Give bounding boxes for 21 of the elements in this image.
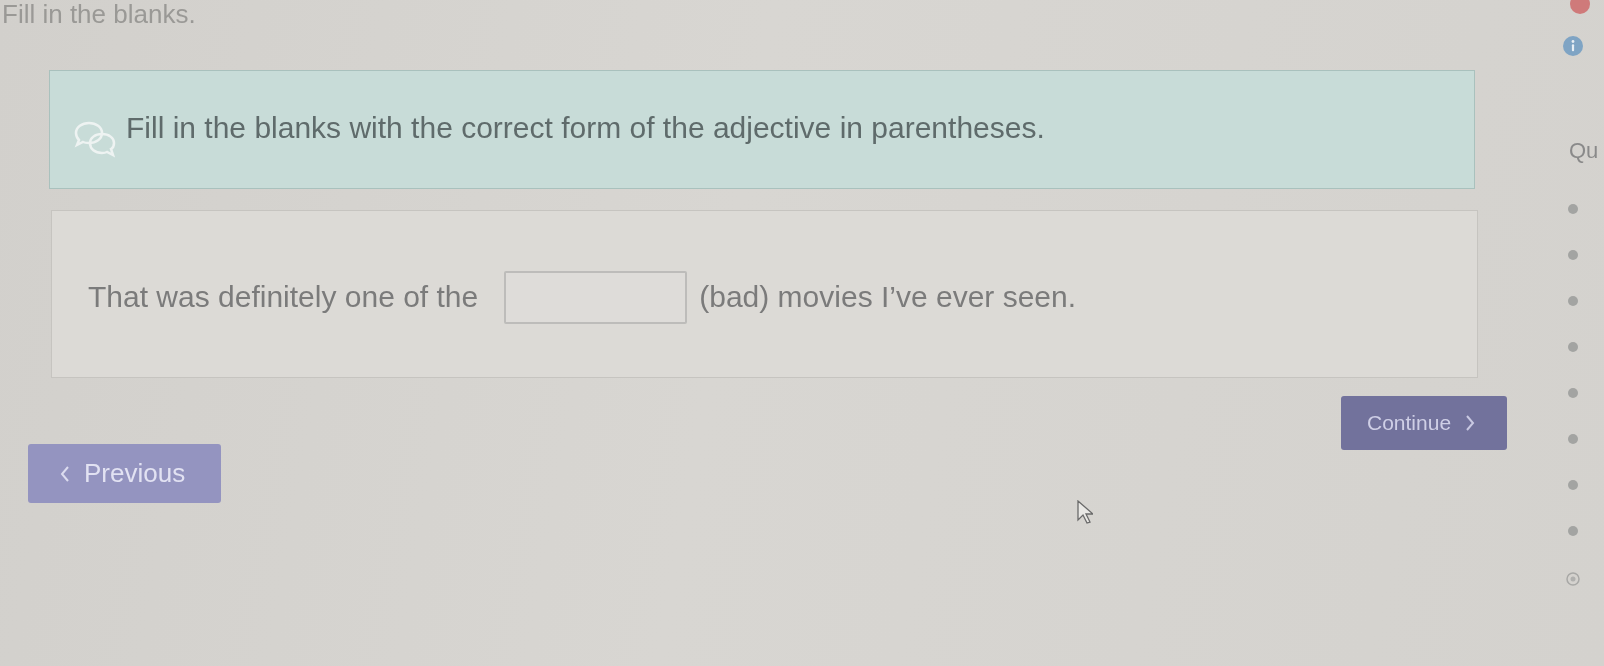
question-dot-icon[interactable] (1567, 434, 1578, 444)
cursor-icon (1077, 500, 1093, 524)
question-dot-icon[interactable] (1567, 296, 1578, 306)
instruction-text: Fill in the blanks with the correct form of the adjective in parentheses. (126, 110, 1045, 145)
page-title: Fill in the blanks. (2, 0, 196, 28)
answer-box[interactable] (504, 270, 688, 324)
question-dot-icon[interactable] (1567, 480, 1578, 490)
question-dot-icon[interactable] (1567, 342, 1578, 352)
question-text: (bad) movies I’ve ever seen. (699, 280, 1077, 314)
question-dot-icon[interactable] (1567, 388, 1578, 398)
question-dot-icon[interactable] (1567, 204, 1578, 214)
sidebar-title: Qu (1568, 138, 1599, 164)
chevron-right-icon (1465, 414, 1476, 432)
continue-button[interactable]: Continue (1341, 396, 1507, 450)
question-text: That was definitely one of the (88, 280, 479, 314)
question-dot-icon[interactable] (1567, 526, 1578, 536)
previous-button[interactable]: Previous (28, 444, 221, 503)
info-icon (1562, 36, 1583, 56)
chevron-left-icon (60, 464, 70, 483)
ring-icon[interactable] (1565, 572, 1580, 586)
question-dot-icon[interactable] (1567, 250, 1578, 260)
